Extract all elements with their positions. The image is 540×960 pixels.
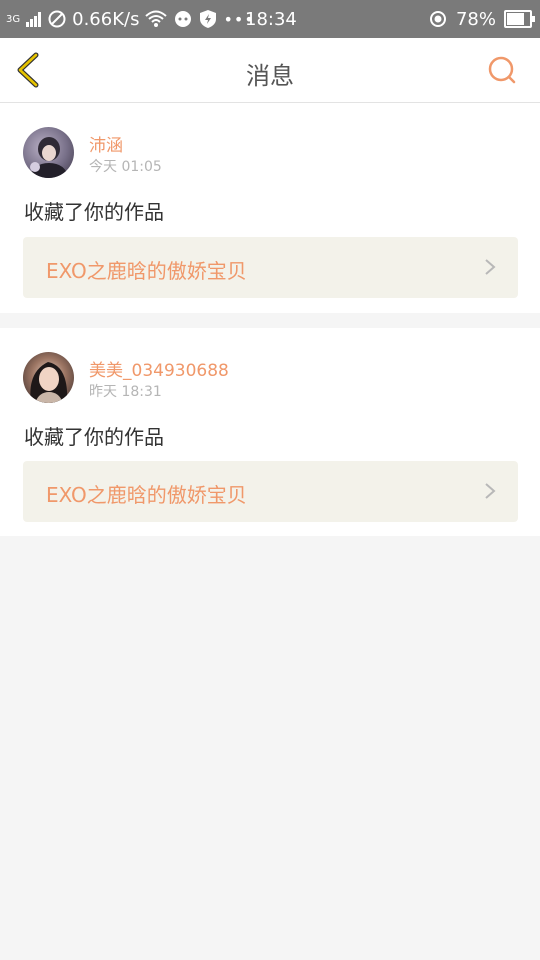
username[interactable]: 沛涵 <box>89 131 123 156</box>
battery-percent: 78% <box>455 8 496 30</box>
status-bar: 3G 0.66K/s ••• 18:34 78% <box>0 0 540 38</box>
message-time: 今天 01:05 <box>89 159 162 175</box>
username[interactable]: 美美_034930688 <box>89 356 229 381</box>
work-title: EXO之鹿晗的傲娇宝贝 <box>46 259 247 283</box>
work-link[interactable]: EXO之鹿晗的傲娇宝贝 <box>23 237 518 298</box>
avatar[interactable] <box>23 127 74 178</box>
signal-icon <box>26 12 42 27</box>
avatar-photo <box>30 362 68 403</box>
chevron-right-icon <box>485 483 496 499</box>
chevron-right-icon <box>485 259 496 275</box>
work-link[interactable]: EXO之鹿晗的傲娇宝贝 <box>23 461 518 522</box>
message-text: 收藏了你的作品 <box>24 200 164 224</box>
avatar[interactable] <box>23 352 74 403</box>
battery-icon <box>504 10 535 28</box>
wifi-icon <box>145 10 168 27</box>
message-card: 美美_034930688 昨天 18:31 收藏了你的作品 EXO之鹿晗的傲娇宝… <box>0 328 540 536</box>
clock: 18:34 <box>245 9 297 30</box>
network-speed: 0.66K/s <box>72 8 140 30</box>
location-icon <box>429 11 446 27</box>
search-icon <box>488 56 516 84</box>
search-button[interactable] <box>486 55 518 87</box>
top-bar: 消息 <box>0 38 540 103</box>
avatar-photo <box>29 137 69 178</box>
message-time: 昨天 18:31 <box>89 384 162 400</box>
work-title: EXO之鹿晗的傲娇宝贝 <box>46 483 247 507</box>
network-type: 3G <box>6 13 21 25</box>
shield-icon <box>200 10 217 28</box>
message-text: 收藏了你的作品 <box>24 425 164 449</box>
page-title: 消息 <box>246 62 294 90</box>
message-icon <box>175 11 192 27</box>
message-card: 沛涵 今天 01:05 收藏了你的作品 EXO之鹿晗的傲娇宝贝 <box>0 103 540 313</box>
no-disturb-icon <box>48 10 66 28</box>
